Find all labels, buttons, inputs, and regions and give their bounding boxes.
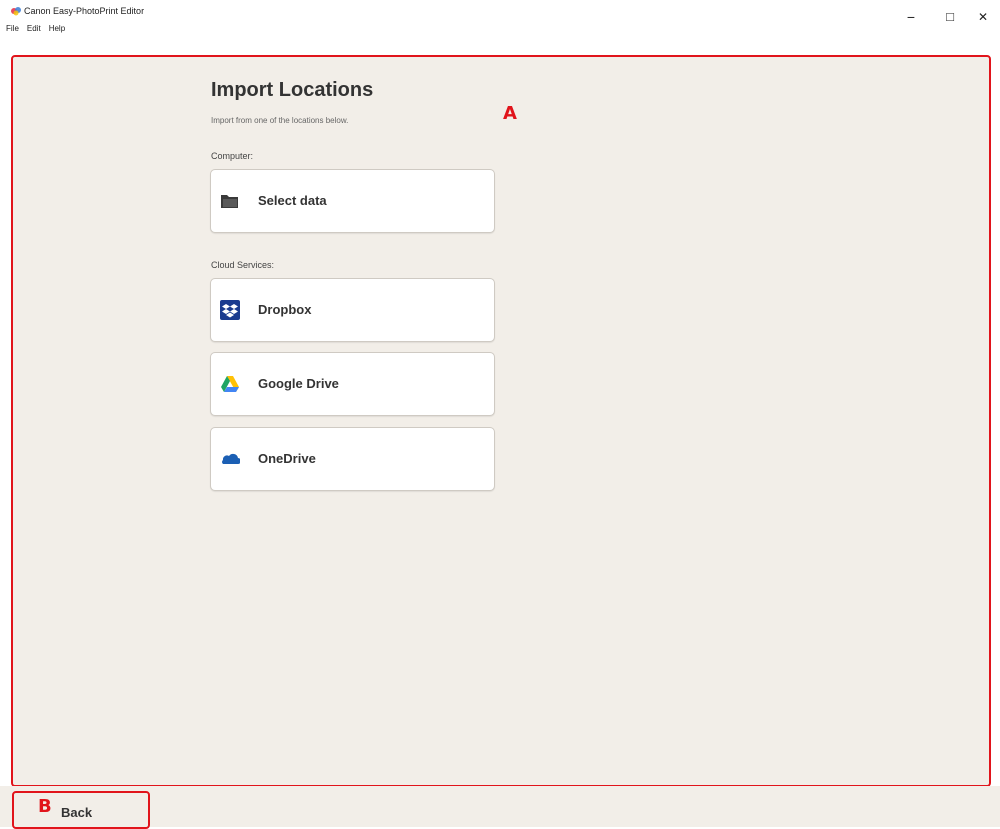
window-title: Canon Easy-PhotoPrint Editor: [24, 6, 145, 16]
folder-icon: [221, 195, 238, 208]
google-drive-button[interactable]: Google Drive: [210, 352, 495, 416]
minimize-button[interactable]: −: [901, 8, 921, 26]
onedrive-icon: [222, 453, 240, 464]
select-data-button[interactable]: Select data: [210, 169, 495, 233]
cloud-services-section-label: Cloud Services:: [211, 260, 275, 270]
import-locations-panel: Import Locations Import from one of the …: [11, 55, 991, 787]
app-logo-icon: [11, 7, 21, 16]
select-data-label: Select data: [258, 193, 327, 208]
maximize-button[interactable]: □: [940, 8, 960, 26]
dropbox-icon: [220, 300, 240, 320]
title-bar: Canon Easy-PhotoPrint Editor − □ ✕ File …: [0, 0, 1000, 36]
onedrive-button[interactable]: OneDrive: [210, 427, 495, 491]
page-subtitle: Import from one of the locations below.: [211, 116, 349, 125]
back-button[interactable]: B Back: [12, 791, 150, 829]
marker-a: A: [503, 103, 517, 124]
menu-file[interactable]: File: [6, 24, 19, 36]
computer-section-label: Computer:: [211, 151, 254, 161]
menu-help[interactable]: Help: [49, 24, 65, 36]
page-title: Import Locations: [211, 79, 374, 101]
google-drive-icon: [221, 376, 239, 392]
close-button[interactable]: ✕: [973, 8, 993, 26]
dropbox-button[interactable]: Dropbox: [210, 278, 495, 342]
footer-bar: [0, 786, 1000, 827]
menu-edit[interactable]: Edit: [27, 24, 41, 36]
marker-b: B: [38, 796, 52, 817]
dropbox-label: Dropbox: [258, 302, 312, 317]
google-drive-label: Google Drive: [258, 376, 339, 391]
menu-bar: File Edit Help: [6, 24, 65, 36]
back-label: Back: [61, 805, 93, 820]
onedrive-label: OneDrive: [258, 451, 316, 466]
